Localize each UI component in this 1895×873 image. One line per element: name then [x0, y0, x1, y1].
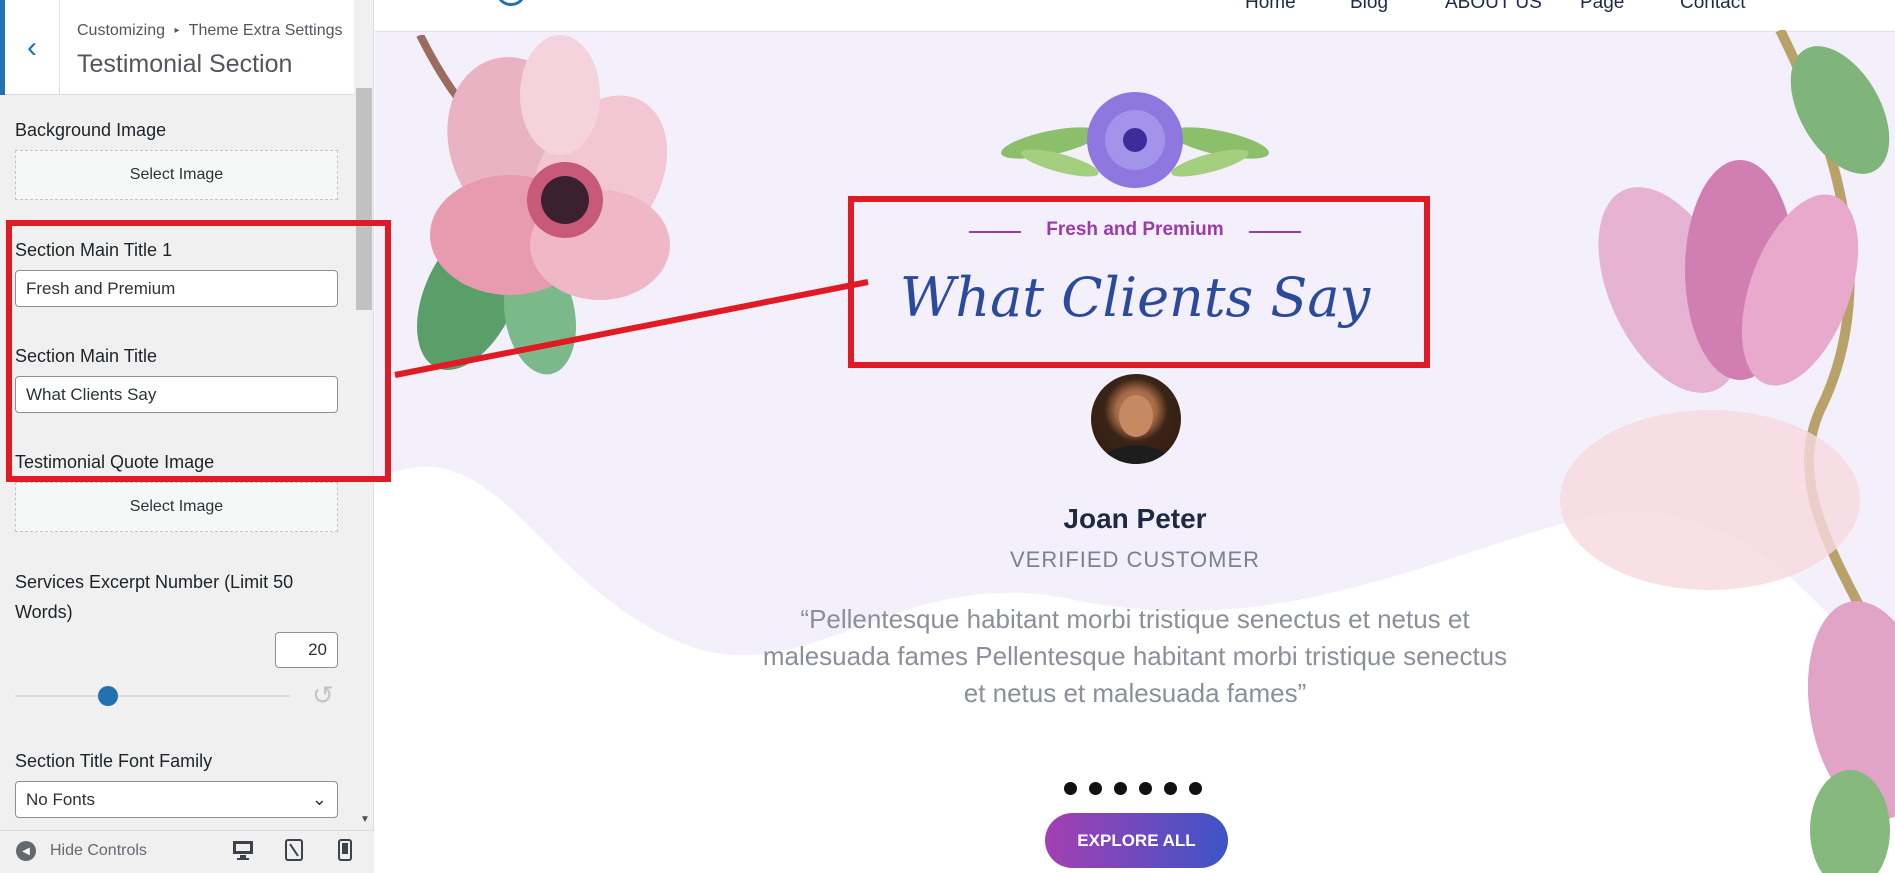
highlight-connector [394, 279, 869, 378]
